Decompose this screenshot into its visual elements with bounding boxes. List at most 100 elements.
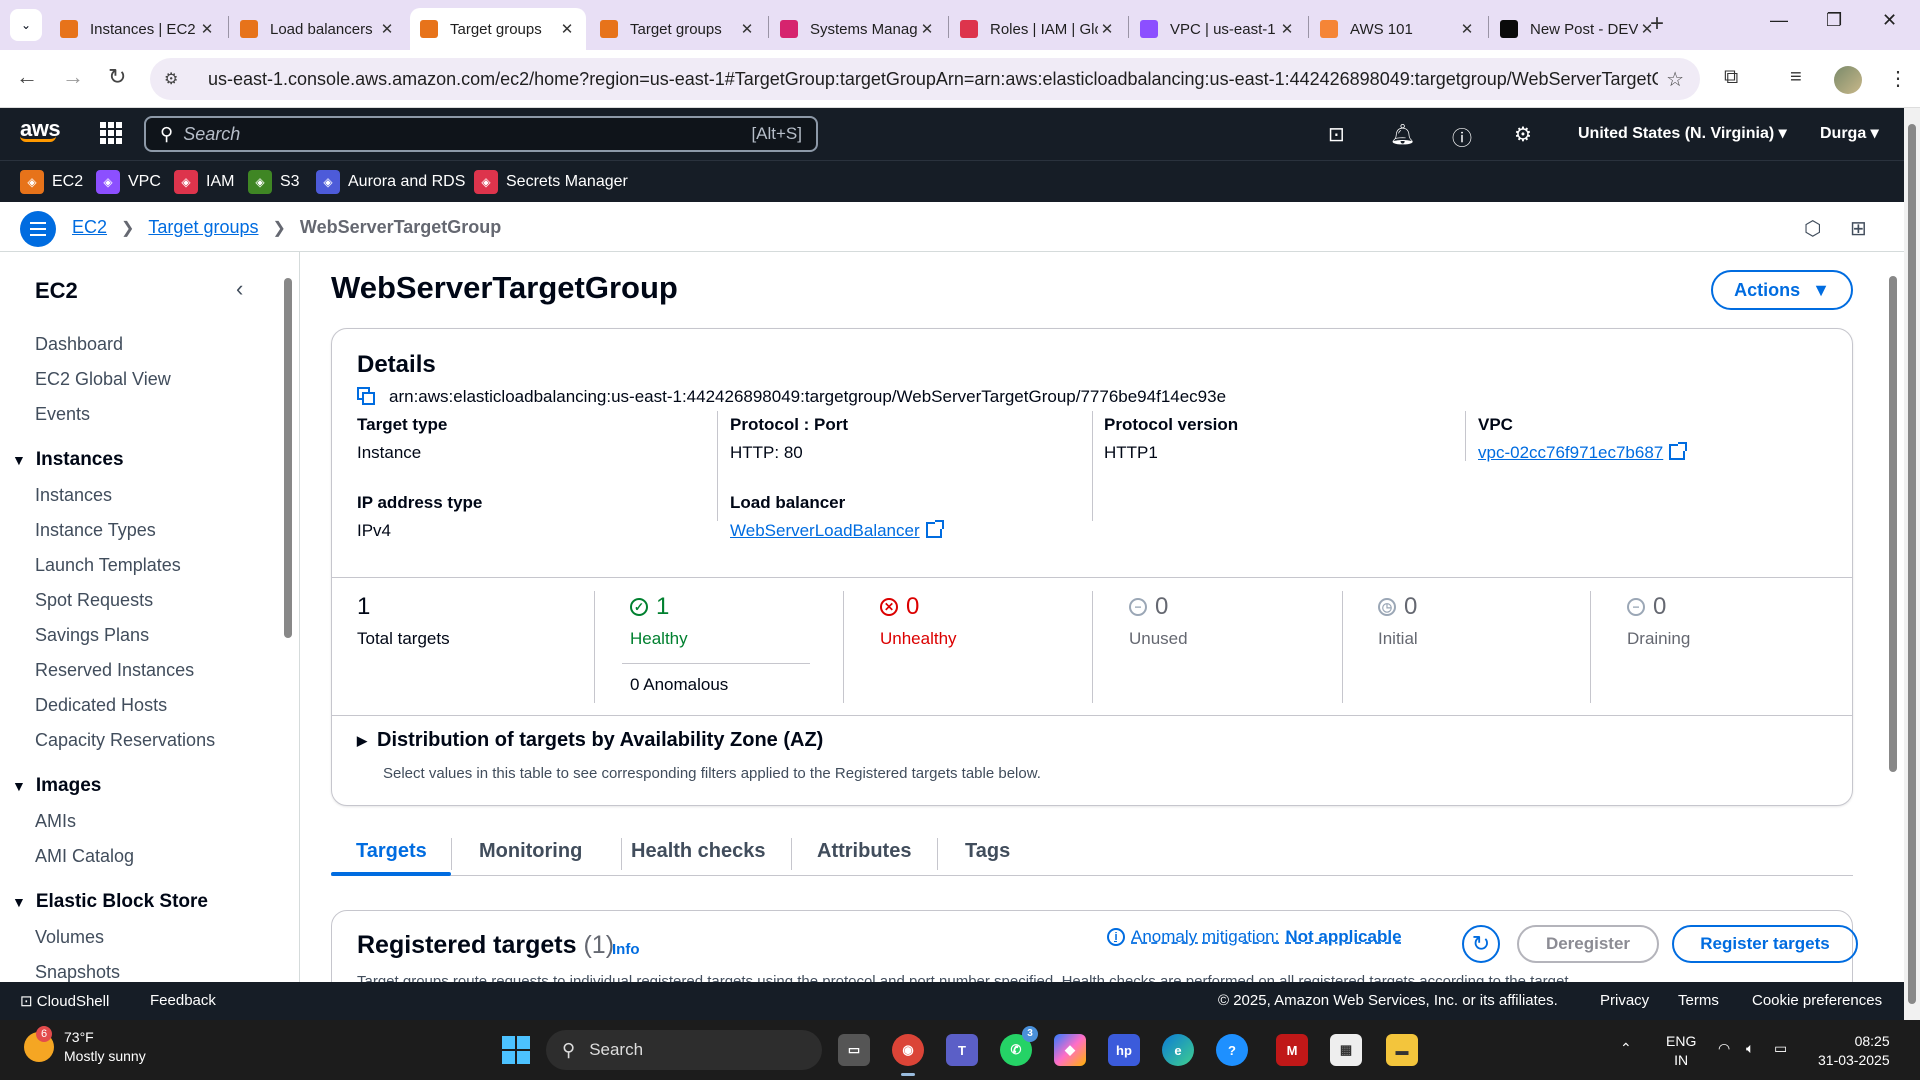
browser-tab[interactable]: Load balancers ✕ <box>230 8 406 50</box>
stat-healthy[interactable]: ✓ 1 Healthy <box>630 593 688 649</box>
notifications-hex-icon[interactable]: ⬡ <box>1804 216 1821 241</box>
tools-panel-icon[interactable]: ⊞ <box>1850 216 1867 241</box>
favorite-service-link[interactable]: ◈ VPC <box>96 170 161 194</box>
restore-icon[interactable]: ❐ <box>1826 10 1842 31</box>
site-info-icon[interactable]: ⚙ <box>164 69 188 89</box>
tab-close-icon[interactable]: ✕ <box>1098 20 1116 38</box>
breadcrumb-target-groups[interactable]: Target groups <box>148 217 258 238</box>
sidebar-link[interactable]: Dedicated Hosts <box>35 695 167 716</box>
settings-gear-icon[interactable]: ⚙ <box>1514 122 1532 147</box>
whatsapp-icon[interactable]: ✆ 3 <box>1000 1026 1038 1066</box>
stat-draining[interactable]: −0 Draining <box>1627 593 1690 649</box>
edge-icon[interactable]: e <box>1162 1034 1194 1066</box>
main-scrollbar[interactable] <box>1887 258 1899 980</box>
tab-tags[interactable]: Tags <box>965 840 1010 863</box>
info-link[interactable]: Info <box>612 941 640 958</box>
sidebar-link[interactable]: Reserved Instances <box>35 660 194 681</box>
refresh-button[interactable]: ↻ <box>1462 925 1500 963</box>
cookie-preferences-link[interactable]: Cookie preferences <box>1752 992 1882 1009</box>
anomaly-mitigation-link[interactable]: i Anomaly mitigation: Not applicable <box>1107 927 1402 947</box>
tab-health-checks[interactable]: Health checks <box>631 840 766 863</box>
external-link-icon[interactable] <box>925 520 944 538</box>
breadcrumb-ec2[interactable]: EC2 <box>72 217 107 238</box>
sidebar-link[interactable]: AMI Catalog <box>35 846 134 867</box>
favorite-service-link[interactable]: ◈ EC2 <box>20 170 83 194</box>
tab-close-icon[interactable]: ✕ <box>558 20 576 38</box>
aws-logo[interactable]: aws <box>20 116 61 142</box>
sidebar-link[interactable]: Launch Templates <box>35 555 181 576</box>
tab-targets[interactable]: Targets <box>356 840 427 863</box>
teams-icon[interactable]: T <box>946 1034 978 1066</box>
tab-close-icon[interactable]: ✕ <box>918 20 936 38</box>
browser-tab[interactable]: AWS 101 ✕ <box>1310 8 1486 50</box>
tab-close-icon[interactable]: ✕ <box>1278 20 1296 38</box>
reload-icon[interactable]: ↻ <box>108 64 126 90</box>
mcafee-icon[interactable]: M <box>1276 1034 1308 1066</box>
external-link-icon[interactable] <box>1669 442 1688 460</box>
privacy-link[interactable]: Privacy <box>1600 992 1649 1009</box>
tab-close-icon[interactable]: ✕ <box>378 20 396 38</box>
browser-menu-icon[interactable]: ⋮ <box>1888 66 1908 91</box>
sidebar-link[interactable]: Volumes <box>35 927 104 948</box>
aws-search-input[interactable]: ⚲ Search [Alt+S] <box>144 116 818 152</box>
favorite-service-link[interactable]: ◈ Aurora and RDS <box>316 170 465 194</box>
actions-button[interactable]: Actions ▼ <box>1711 270 1853 310</box>
file-explorer-icon[interactable]: ▬ <box>1386 1034 1418 1066</box>
sidebar-title[interactable]: EC2 <box>35 278 78 304</box>
sidebar-link[interactable]: EC2 Global View <box>35 369 171 390</box>
load-balancer-link[interactable]: WebServerLoadBalancer <box>730 521 920 540</box>
chrome-icon[interactable]: ◉ <box>892 1034 924 1076</box>
store-icon[interactable]: ▦ <box>1330 1034 1362 1066</box>
profile-avatar[interactable] <box>1834 66 1862 94</box>
favorite-service-link[interactable]: ◈ IAM <box>174 170 234 194</box>
close-window-icon[interactable]: ✕ <box>1882 10 1897 31</box>
sidebar-link[interactable]: Spot Requests <box>35 590 153 611</box>
sidebar-link[interactable]: Instances <box>35 485 112 506</box>
tray-chevron-up-icon[interactable]: ⌃ <box>1620 1040 1632 1057</box>
stat-unhealthy[interactable]: ✕ 0 Unhealthy <box>880 593 957 649</box>
favorite-service-link[interactable]: ◈ Secrets Manager <box>474 170 628 194</box>
hp-app-icon[interactable]: hp <box>1108 1034 1140 1066</box>
sidebar-scrollbar[interactable] <box>284 264 292 980</box>
minimize-icon[interactable]: — <box>1770 10 1788 31</box>
region-selector[interactable]: United States (N. Virginia) ▾ <box>1578 123 1787 143</box>
system-clock[interactable]: 08:25 31-03-2025 <box>1818 1032 1890 1070</box>
distribution-toggle[interactable]: ▶ Distribution of targets by Availability… <box>357 729 823 752</box>
tab-close-icon[interactable]: ✕ <box>738 20 756 38</box>
hamburger-menu-icon[interactable] <box>20 211 56 247</box>
help-app-icon[interactable]: ? <box>1216 1034 1248 1066</box>
browser-tab[interactable]: Instances | EC2 ✕ <box>50 8 226 50</box>
favorite-service-link[interactable]: ◈ S3 <box>248 170 300 194</box>
address-bar[interactable]: ⚙ us-east-1.console.aws.amazon.com/ec2/h… <box>150 58 1700 100</box>
bookmark-star-icon[interactable]: ☆ <box>1666 67 1684 92</box>
copy-icon[interactable] <box>357 387 377 407</box>
new-tab-plus-icon[interactable]: + <box>1650 10 1664 38</box>
help-icon[interactable]: ⓘ <box>1452 122 1472 151</box>
extensions-icon[interactable]: ⧉ <box>1724 66 1738 89</box>
weather-widget[interactable]: 6 73°F Mostly sunny <box>24 1026 146 1066</box>
task-view-icon[interactable]: ▭ <box>838 1034 870 1066</box>
page-scrollbar[interactable] <box>1904 108 1920 1020</box>
sidebar-section-header[interactable]: ▼ Instances <box>12 449 124 471</box>
stat-unused[interactable]: −0 Unused <box>1129 593 1188 649</box>
account-menu[interactable]: Durga ▾ <box>1820 123 1879 143</box>
sidebar-link[interactable]: Savings Plans <box>35 625 149 646</box>
back-arrow-icon[interactable]: ← <box>16 64 38 90</box>
media-control-icon[interactable]: ≡ <box>1790 66 1802 89</box>
services-grid-icon[interactable] <box>100 122 122 144</box>
tab-close-icon[interactable]: ✕ <box>1458 20 1476 38</box>
tab-search-chevron-icon[interactable]: ⌄ <box>10 9 42 41</box>
tab-monitoring[interactable]: Monitoring <box>479 840 582 863</box>
sidebar-link[interactable]: Snapshots <box>35 962 120 982</box>
cloudshell-link[interactable]: ⊡ CloudShell <box>20 992 109 1010</box>
sidebar-link[interactable]: Dashboard <box>35 334 123 355</box>
sidebar-section-header[interactable]: ▼ Elastic Block Store <box>12 891 208 913</box>
stat-initial[interactable]: ◷ 0 Initial <box>1378 593 1418 649</box>
volume-icon[interactable]: 🔈︎ <box>1746 1040 1754 1057</box>
url-text[interactable]: us-east-1.console.aws.amazon.com/ec2/hom… <box>208 69 1658 90</box>
tab-close-icon[interactable]: ✕ <box>198 20 216 38</box>
terms-link[interactable]: Terms <box>1678 992 1719 1009</box>
taskbar-search[interactable]: ⚲ Search <box>546 1030 822 1070</box>
stat-anomalous[interactable]: 0 Anomalous <box>630 675 728 695</box>
deregister-button[interactable]: Deregister <box>1517 925 1659 963</box>
